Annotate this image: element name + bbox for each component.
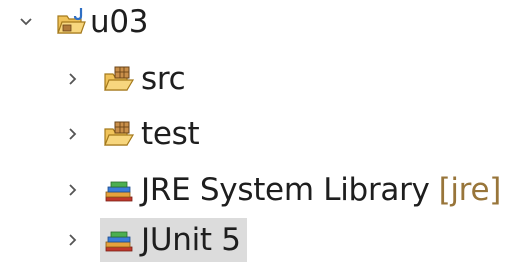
selection-highlight: JUnit 5 <box>100 218 247 262</box>
tree-item-jre-system-library[interactable]: JRE System Library [jre] <box>0 168 508 212</box>
source-folder-icon <box>103 119 137 149</box>
jre-decoration: [jre] <box>438 172 502 208</box>
chevron-right-icon[interactable] <box>63 69 83 89</box>
tree-item-label: src <box>141 61 186 97</box>
chevron-right-icon[interactable] <box>63 124 83 144</box>
project-label: u03 <box>90 4 149 40</box>
tree-item-test[interactable]: test <box>0 112 508 156</box>
chevron-right-icon[interactable] <box>63 230 83 250</box>
source-folder-icon <box>103 64 137 94</box>
tree-item-label: test <box>141 116 200 152</box>
tree-item-project[interactable]: u03 <box>0 0 508 44</box>
library-icon <box>103 175 137 205</box>
library-icon <box>103 225 137 255</box>
tree-item-label: JRE System Library <box>141 172 430 208</box>
tree-item-label: JUnit 5 <box>141 222 241 258</box>
chevron-right-icon[interactable] <box>63 180 83 200</box>
project-explorer-tree: u03 src test JRE System Library [jre] JU… <box>0 0 508 262</box>
java-project-folder-icon <box>54 7 90 37</box>
tree-item-junit-5[interactable]: JUnit 5 <box>0 218 508 262</box>
tree-item-src[interactable]: src <box>0 57 508 101</box>
chevron-down-icon[interactable] <box>16 12 36 32</box>
